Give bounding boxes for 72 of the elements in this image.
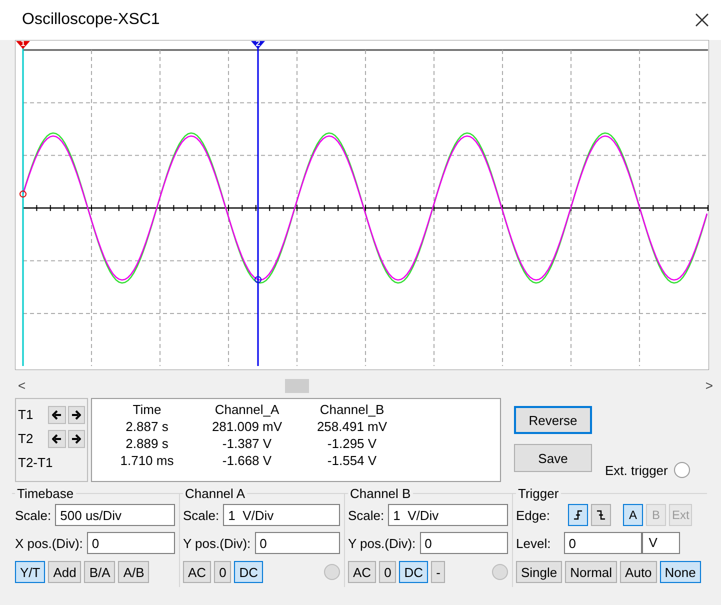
readout-cell-text: -1.554 V <box>326 452 378 469</box>
group-title: Channel A <box>184 486 246 501</box>
input-field[interactable]: 500 us/Div <box>55 504 175 526</box>
group-title: Channel B <box>349 486 412 501</box>
field-label: Scale: <box>348 508 384 522</box>
mode-button[interactable]: Y/T <box>15 561 46 583</box>
right-arrow-icon <box>71 410 82 420</box>
radio-button[interactable] <box>324 564 340 580</box>
readout-cell-text: 1.710 ms <box>119 452 175 469</box>
trigger-mode-button[interactable]: Auto <box>620 561 657 583</box>
readout-cell-text: 2.889 s <box>124 435 170 452</box>
left-arrow-button[interactable] <box>48 406 66 424</box>
source-button[interactable]: A <box>622 504 643 526</box>
input-field[interactable]: 0 <box>420 532 508 554</box>
coupling-button[interactable]: AC <box>348 561 376 583</box>
unit-field[interactable]: V <box>642 532 680 554</box>
action-button[interactable]: Reverse <box>514 406 592 434</box>
scroll-right-arrow[interactable]: > <box>705 379 713 393</box>
action-button[interactable]: Save <box>514 444 592 472</box>
scroll-left-arrow[interactable]: < <box>18 379 26 393</box>
field-label: Scale: <box>15 508 52 522</box>
coupling-button[interactable]: AC <box>183 561 212 583</box>
edge-button[interactable] <box>590 504 611 526</box>
cursor-row-label: T1 <box>18 407 34 422</box>
left-arrow-icon <box>52 410 62 420</box>
right-arrow-button[interactable] <box>68 406 85 424</box>
readout-cell-text: 2.887 s <box>124 418 170 435</box>
mode-button[interactable]: B/A <box>84 561 116 583</box>
edge-button[interactable] <box>568 504 588 526</box>
right-arrow-icon <box>71 434 82 444</box>
input-field[interactable]: 1 V/Div <box>223 504 340 526</box>
coupling-button[interactable]: - <box>431 561 446 583</box>
field-label: X pos.(Div): <box>15 536 83 550</box>
column-header: Time <box>132 401 162 418</box>
right-arrow-button[interactable] <box>68 430 85 448</box>
readout-cell-text: 281.009 mV <box>210 418 284 435</box>
radio-button[interactable] <box>674 462 690 478</box>
trigger-mode-button[interactable]: Normal <box>565 561 618 583</box>
readout-cell-text: -1.668 V <box>221 452 273 469</box>
field-label: Y pos.(Div): <box>348 536 416 550</box>
readout-cell-text: -1.387 V <box>221 435 273 452</box>
mode-button[interactable]: A/B <box>118 561 150 583</box>
trigger-mode-button[interactable]: Single <box>516 561 562 583</box>
cursor-row-label: T2-T1 <box>18 455 53 470</box>
readout-cell-text: 258.491 mV <box>316 418 388 435</box>
group-title: Timebase <box>16 486 75 501</box>
close-icon[interactable] <box>695 13 709 27</box>
window-title: Oscilloscope-XSC1 <box>22 11 160 29</box>
field-label: Y pos.(Div): <box>183 536 251 550</box>
mode-button[interactable]: Add <box>48 561 82 583</box>
group-title: Trigger <box>517 486 560 501</box>
column-header: Channel_A <box>214 401 280 418</box>
field-label: Scale: <box>183 508 220 522</box>
column-header: Channel_B <box>318 401 386 418</box>
coupling-button[interactable]: 0 <box>379 561 396 583</box>
coupling-button[interactable]: 0 <box>214 561 232 583</box>
coupling-button[interactable]: DC <box>234 561 264 583</box>
readout-cell-text: -1.295 V <box>326 435 378 452</box>
input-field[interactable]: 0 <box>564 532 642 554</box>
cursor-row-label: T2 <box>18 431 34 446</box>
ext-trigger-label: Ext. trigger <box>605 462 668 478</box>
input-field[interactable]: 1 V/Div <box>388 504 508 526</box>
field-label: Level: <box>516 536 551 550</box>
radio-button[interactable] <box>492 564 508 580</box>
trigger-mode-button[interactable]: None <box>660 561 701 583</box>
scrollbar-thumb[interactable] <box>285 379 309 393</box>
coupling-button[interactable]: DC <box>399 561 428 583</box>
left-arrow-icon <box>52 434 62 444</box>
input-field[interactable]: 0 <box>254 532 340 554</box>
input-field[interactable]: 0 <box>86 532 175 554</box>
left-arrow-button[interactable] <box>48 430 66 448</box>
field-label: Edge: <box>516 508 550 522</box>
